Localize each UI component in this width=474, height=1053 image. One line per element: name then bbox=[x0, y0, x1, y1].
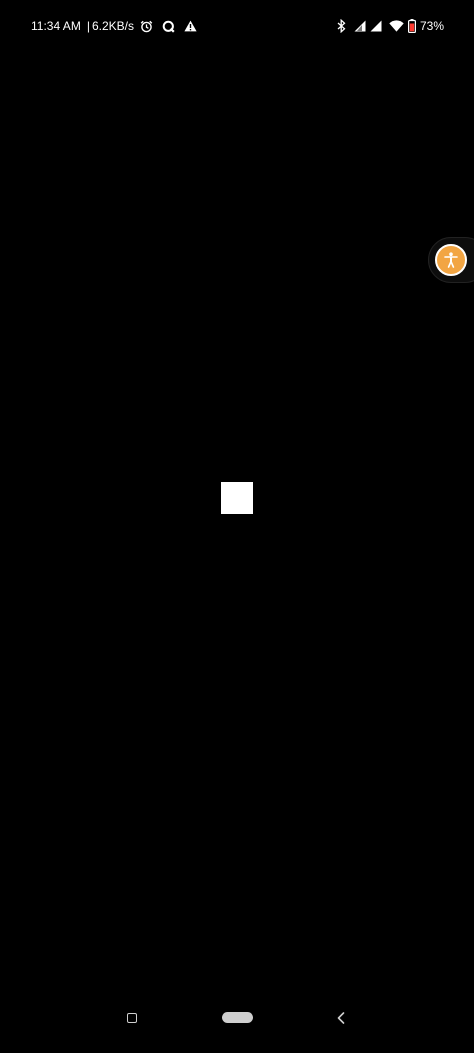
battery-icon bbox=[407, 19, 416, 33]
accessibility-button[interactable] bbox=[435, 244, 467, 276]
battery-percent: 73 bbox=[419, 19, 434, 33]
loading-square bbox=[221, 482, 253, 514]
recents-button[interactable] bbox=[127, 1013, 137, 1023]
warning-icon bbox=[184, 20, 197, 32]
status-bar: 11:34 AM | 6.2KB/s 73% bbox=[0, 0, 474, 50]
q-app-icon bbox=[162, 20, 175, 33]
battery-unit: % bbox=[433, 19, 444, 33]
navigation-bar bbox=[0, 993, 474, 1053]
alarm-icon bbox=[140, 20, 153, 33]
status-time: 11:34 AM bbox=[31, 19, 81, 33]
home-button[interactable] bbox=[222, 1012, 253, 1023]
signal-icon bbox=[370, 20, 382, 32]
back-arrow-icon bbox=[334, 1010, 348, 1026]
status-separator: | bbox=[86, 19, 90, 33]
battery-percent-group: 73% bbox=[420, 19, 444, 33]
bluetooth-icon bbox=[337, 19, 346, 33]
signal-icon bbox=[354, 20, 366, 32]
status-bar-right: 73% bbox=[337, 17, 444, 35]
wifi-icon bbox=[389, 20, 404, 32]
status-bar-left: 11:34 AM | 6.2KB/s bbox=[31, 17, 197, 35]
back-button[interactable] bbox=[334, 1010, 348, 1026]
accessibility-icon bbox=[444, 252, 458, 268]
screen: 11:34 AM | 6.2KB/s 73% bbox=[0, 0, 474, 1053]
network-speed: 6.2KB/s bbox=[91, 19, 134, 33]
